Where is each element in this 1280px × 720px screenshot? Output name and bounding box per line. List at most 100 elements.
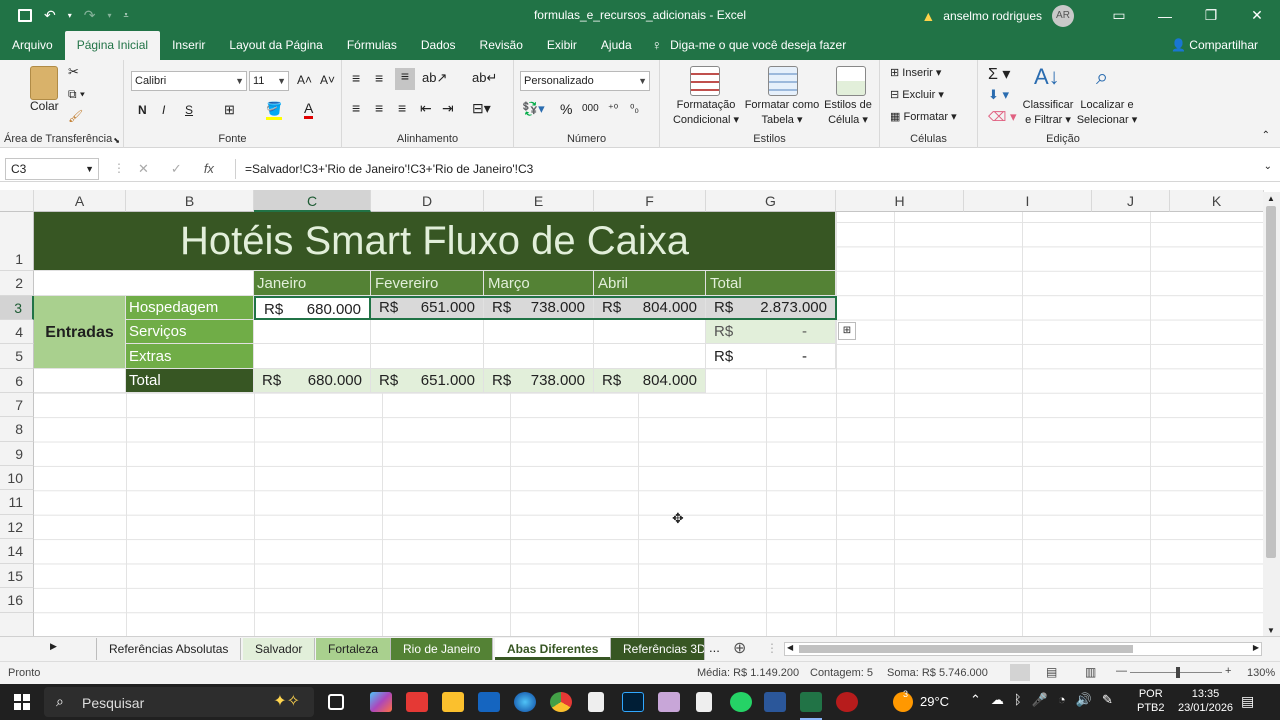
pen-icon[interactable]: ✎ — [1102, 692, 1113, 708]
column-header[interactable]: F — [594, 190, 706, 212]
decrease-decimal-icon[interactable]: ⁰₀ — [630, 102, 639, 115]
row-header[interactable]: 5 — [0, 344, 34, 369]
align-center-icon[interactable]: ≡ — [375, 100, 383, 116]
cell-f3[interactable]: R$ 804.000 — [594, 296, 706, 320]
insert-function-button[interactable]: fx — [204, 161, 214, 177]
paste-options-icon[interactable]: ⊞ — [838, 322, 856, 340]
tab-splitter-icon[interactable]: ⋮ — [766, 641, 778, 655]
cut-icon[interactable]: ✂ — [68, 64, 79, 80]
status-count[interactable]: Contagem: 5 — [810, 667, 873, 679]
expand-formula-icon[interactable]: ⌄ — [1264, 161, 1272, 172]
row-header[interactable]: 3 — [0, 296, 34, 320]
bold-button[interactable]: N — [138, 103, 147, 117]
row-header[interactable]: 2 — [0, 271, 34, 296]
cell-d3[interactable]: R$ 651.000 — [371, 296, 484, 320]
tab-exibir[interactable]: Exibir — [535, 31, 589, 60]
align-bottom-icon[interactable]: ≡ — [395, 68, 415, 90]
tab-formulas[interactable]: Fórmulas — [335, 31, 409, 60]
merge-center-icon[interactable]: ⊟▾ — [472, 100, 491, 117]
month-header[interactable]: Janeiro — [254, 271, 371, 296]
scroll-left-icon[interactable]: ◀ — [787, 643, 793, 652]
borders-icon[interactable]: ⊞ — [224, 102, 235, 118]
font-color-icon[interactable]: A — [304, 100, 314, 119]
user-name[interactable]: anselmo rodrigues — [943, 9, 1042, 23]
cell-d6[interactable]: R$ 651.000 — [371, 369, 484, 393]
edge-icon[interactable] — [514, 692, 536, 712]
snipping-tool-icon[interactable] — [658, 692, 680, 712]
whatsapp-icon[interactable] — [730, 692, 752, 712]
word-icon[interactable] — [764, 692, 786, 712]
sheet-tab[interactable]: Salvador — [243, 638, 316, 660]
normal-view-icon[interactable] — [1010, 664, 1030, 681]
paste-icon[interactable] — [30, 66, 58, 100]
tab-inserir[interactable]: Inserir — [160, 31, 217, 60]
chrome-icon[interactable] — [550, 692, 572, 712]
excel-icon[interactable] — [800, 692, 822, 712]
share-button[interactable]: 👤 Compartilhar — [1171, 31, 1258, 60]
cell-a6[interactable] — [34, 369, 126, 393]
sheet-title[interactable]: Hotéis Smart Fluxo de Caixa — [34, 212, 836, 271]
file-explorer-icon[interactable] — [442, 692, 464, 712]
language-indicator[interactable]: POR PTB2 — [1137, 687, 1165, 715]
row-header[interactable]: 8 — [0, 417, 34, 442]
section-label[interactable]: Entradas — [34, 296, 126, 369]
volume-icon[interactable]: 🔊 — [1076, 692, 1092, 708]
sheet-tab[interactable]: Referências Absolutas — [96, 638, 242, 660]
scroll-up-icon[interactable]: ▲ — [1267, 194, 1275, 203]
align-middle-icon[interactable]: ≡ — [375, 70, 383, 86]
zoom-in-icon[interactable]: + — [1225, 665, 1231, 677]
column-header[interactable]: G — [706, 190, 836, 212]
fill-color-icon[interactable]: 🪣 — [266, 101, 283, 120]
delete-cells-button[interactable]: ⊟ Excluir ▾ — [890, 88, 944, 101]
maximize-icon[interactable]: ❐ — [1188, 7, 1234, 24]
close-icon[interactable]: ✕ — [1234, 7, 1280, 24]
collapse-ribbon-icon[interactable]: ⌃ — [1262, 130, 1270, 141]
accounting-format-icon[interactable]: 💱▾ — [522, 101, 545, 117]
copilot-icon[interactable] — [370, 692, 392, 712]
sheet-tab-active[interactable]: Abas Diferentes — [495, 638, 612, 660]
cell-g3[interactable]: R$ 2.873.000 — [706, 296, 836, 320]
tab-ajuda[interactable]: Ajuda — [589, 31, 644, 60]
row-header[interactable]: 7 — [0, 393, 34, 417]
scroll-tabs-icon[interactable]: ▶ — [50, 641, 57, 652]
cell-c6[interactable]: R$ 680.000 — [254, 369, 371, 393]
onedrive-icon[interactable]: ☁ — [991, 692, 1004, 708]
increase-decimal-icon[interactable]: ⁺⁰ — [608, 102, 618, 115]
tab-dados[interactable]: Dados — [409, 31, 468, 60]
enter-icon[interactable]: ✓ — [171, 161, 182, 177]
task-view-icon[interactable] — [328, 694, 344, 710]
page-layout-icon[interactable]: ▤ — [1046, 665, 1057, 679]
conditional-format-icon[interactable] — [690, 66, 720, 96]
format-painter-icon[interactable]: 🖌 — [68, 109, 83, 123]
align-top-icon[interactable]: ≡ — [352, 70, 360, 86]
align-right-icon[interactable]: ≡ — [398, 100, 406, 116]
row-header[interactable]: 14 — [0, 539, 34, 564]
minimize-icon[interactable]: — — [1142, 8, 1188, 24]
conditional-format-button[interactable]: Formatação Condicional ▾ — [668, 98, 744, 128]
cell-f6[interactable]: R$ 804.000 — [594, 369, 706, 393]
windows-start-icon[interactable] — [14, 694, 30, 710]
column-header[interactable]: J — [1092, 190, 1170, 212]
column-header[interactable]: B — [126, 190, 254, 212]
scroll-right-icon[interactable]: ▶ — [1253, 643, 1259, 652]
sheet-tab[interactable]: Fortaleza — [316, 638, 392, 660]
tab-arquivo[interactable]: Arquivo — [0, 31, 65, 60]
app-icon-red[interactable] — [406, 692, 428, 712]
percent-button[interactable]: % — [560, 101, 572, 117]
row-header[interactable]: 10 — [0, 466, 34, 490]
row-header[interactable]: 15 — [0, 564, 34, 588]
network-icon[interactable]: ◔ — [1058, 692, 1066, 708]
zoom-slider-thumb[interactable] — [1176, 667, 1180, 678]
dialog-launcher-icon[interactable]: ⬊ — [113, 136, 120, 145]
chevron-up-icon[interactable]: ⌃ — [970, 692, 981, 708]
column-header[interactable]: H — [836, 190, 964, 212]
cell-e3[interactable]: R$ 738.000 — [484, 296, 594, 320]
taskbar-search[interactable]: ⌕ Pesquisar ✦✧ — [44, 687, 314, 717]
scroll-thumb[interactable] — [1266, 206, 1276, 558]
microphone-icon[interactable]: 🎤 — [1032, 692, 1048, 708]
column-header[interactable]: D — [371, 190, 484, 212]
zoom-out-icon[interactable]: — — [1116, 665, 1127, 677]
undo-dropdown-icon[interactable]: ▾ — [68, 11, 72, 20]
sheet-tab[interactable]: Rio de Janeiro — [391, 638, 494, 660]
row-header[interactable]: 16 — [0, 588, 34, 613]
